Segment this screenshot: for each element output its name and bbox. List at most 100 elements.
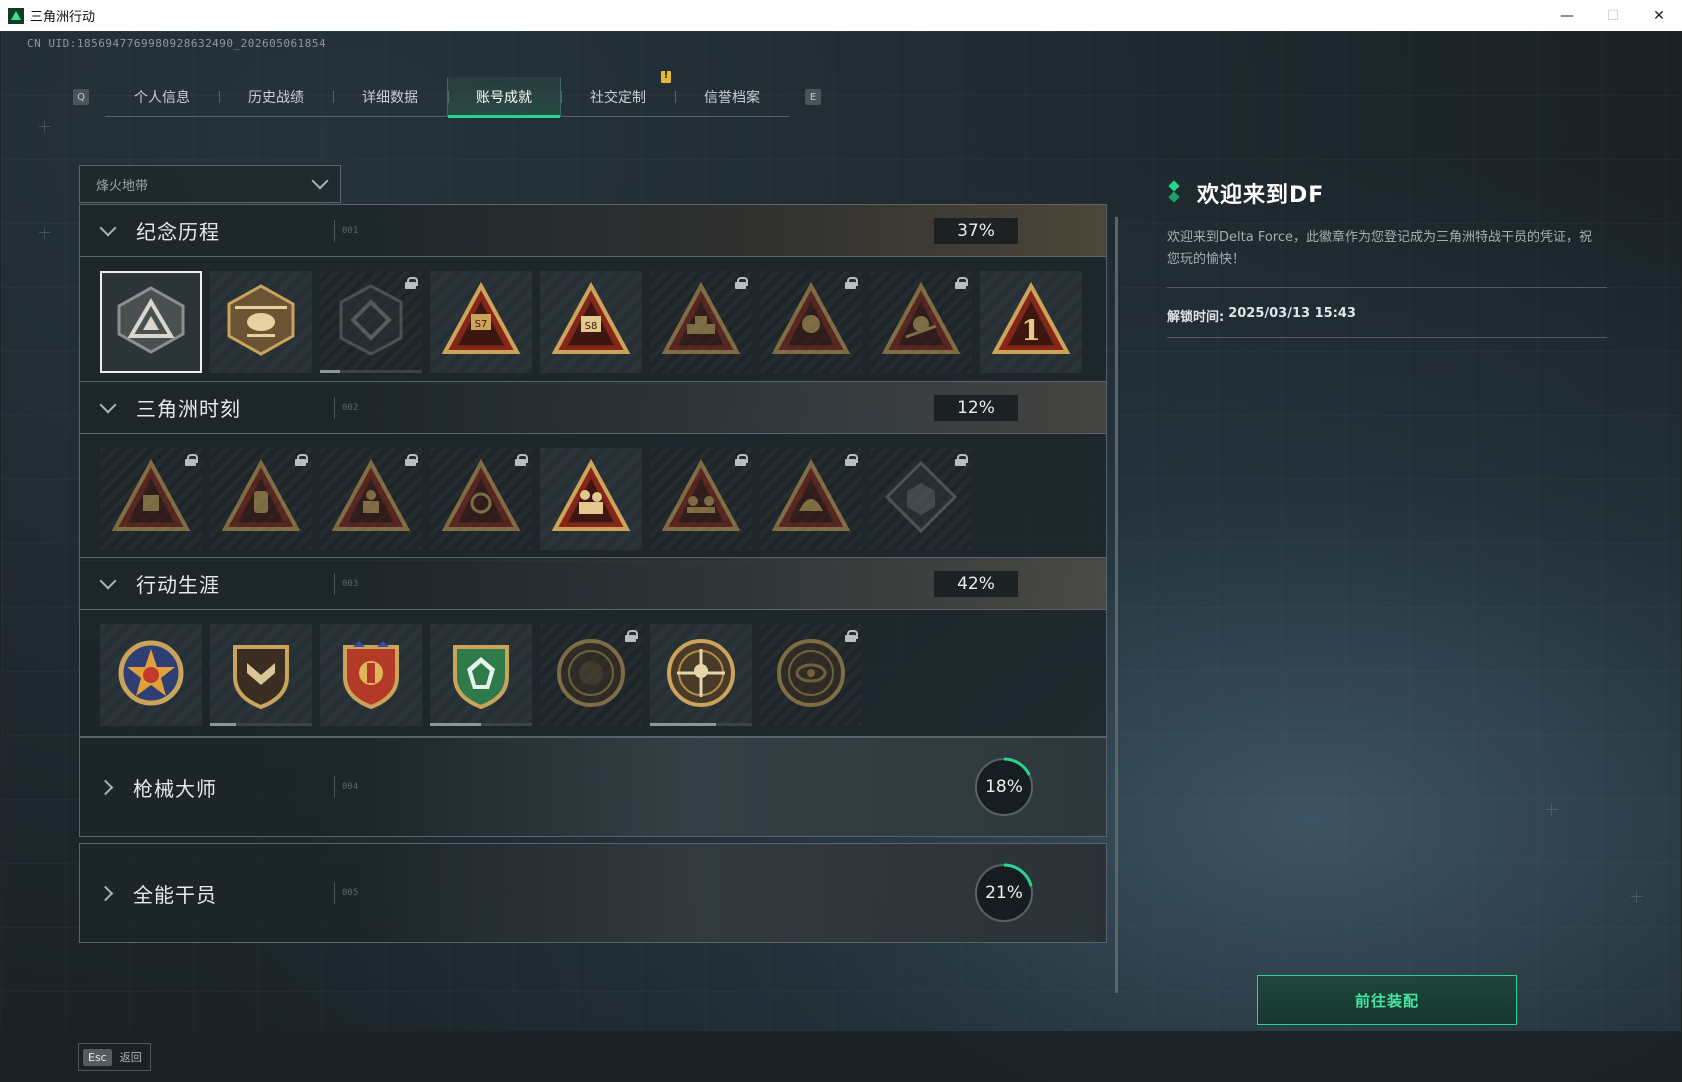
section-header[interactable]: 枪械大师 004 18%: [80, 738, 1106, 836]
achievement-badge[interactable]: [320, 271, 422, 373]
achievement-badge[interactable]: [100, 271, 202, 373]
chevron-down-icon[interactable]: [99, 219, 117, 236]
chevron-right-icon[interactable]: [97, 885, 114, 901]
badge-grid: [80, 610, 1106, 736]
back-button[interactable]: Esc 返回: [78, 1043, 151, 1071]
lock-icon: [295, 454, 308, 466]
section-header[interactable]: 纪念历程 001 37%: [80, 205, 1106, 257]
badge-progress-fill: [210, 723, 236, 726]
tab-2[interactable]: 历史战绩: [219, 77, 333, 117]
tab-label: 社交定制: [590, 90, 646, 106]
achievement-badge[interactable]: [210, 448, 312, 550]
achievement-badge[interactable]: S8: [540, 271, 642, 373]
game-mode-dropdown[interactable]: 烽火地带: [79, 165, 341, 203]
achievement-badge[interactable]: [540, 448, 642, 550]
achievement-badge[interactable]: [100, 624, 202, 726]
badge-progress-fill: [320, 370, 341, 373]
next-tab-key[interactable]: E: [805, 89, 821, 105]
tab-5[interactable]: 社交定制: [561, 70, 675, 117]
section-title: 全能干员: [133, 882, 217, 907]
tab-label: 详细数据: [362, 90, 418, 106]
robot-triangle-icon: [111, 457, 191, 541]
badge-progress-fill: [430, 723, 481, 726]
achievement-badge[interactable]: [650, 271, 752, 373]
tab-list: 个人信息 历史战绩 详细数据 账号成就 社交定制 信誉档案: [105, 70, 789, 118]
badge-detail-description: 欢迎来到Delta Force，此徽章作为您登记成为三角洲特战干员的凭证，祝您玩…: [1167, 230, 1592, 267]
achievement-badge[interactable]: S7: [430, 271, 532, 373]
window-title: 三角洲行动: [30, 10, 96, 25]
green-shield-icon: [441, 633, 521, 717]
achievement-badge[interactable]: 1: [980, 271, 1082, 373]
chevron-right-icon[interactable]: [97, 779, 114, 795]
achievement-badge[interactable]: [210, 271, 312, 373]
maximize-button[interactable]: ☐: [1590, 0, 1636, 31]
crosshair-decoration: [39, 121, 51, 133]
section-number: 002: [333, 396, 359, 419]
achievement-badge[interactable]: [540, 624, 642, 726]
badge-grid: [80, 434, 1106, 560]
section-progress-percent: 42%: [934, 571, 1018, 597]
close-button[interactable]: ✕: [1636, 0, 1682, 31]
achievement-badge[interactable]: [870, 271, 972, 373]
tab-1[interactable]: 个人信息: [105, 77, 219, 117]
achievement-badge[interactable]: [760, 271, 862, 373]
lock-icon: [735, 454, 748, 466]
achievement-badge[interactable]: [320, 624, 422, 726]
lock-icon: [405, 454, 418, 466]
section-header[interactable]: 三角洲时刻 002 12%: [80, 382, 1106, 434]
badge-progress-fill: [650, 723, 717, 726]
section-progress-percent: 21%: [985, 883, 1023, 903]
section-progress-percent: 12%: [934, 395, 1018, 421]
achievement-section: 纪念历程 001 37% S7 S8 1: [79, 204, 1107, 384]
tab-3[interactable]: 详细数据: [333, 77, 447, 117]
section-progress-ring: 18%: [972, 755, 1036, 819]
ring-emblem-icon: [551, 633, 631, 717]
window-titlebar: 三角洲行动 — ☐ ✕: [0, 0, 1682, 31]
delta-triangle-icon: [111, 280, 191, 364]
achievement-badge[interactable]: [430, 624, 532, 726]
achievement-badge[interactable]: [870, 448, 972, 550]
tab-6[interactable]: 信誉档案: [675, 77, 789, 117]
achievement-badge[interactable]: [760, 448, 862, 550]
achievement-badge[interactable]: [320, 448, 422, 550]
tab-label: 历史战绩: [248, 90, 304, 106]
achievement-badge[interactable]: [650, 624, 752, 726]
unlock-time-label: 解锁时间:: [1167, 310, 1225, 325]
s8-triangle-icon: S8: [551, 280, 631, 364]
badge-progress-bar: [210, 723, 312, 726]
prev-tab-key[interactable]: Q: [73, 89, 89, 105]
chevron-down-icon[interactable]: [99, 396, 117, 413]
crosshair-medal-icon: [661, 633, 741, 717]
badge-grid: S7 S8 1: [80, 257, 1106, 383]
tab-4[interactable]: 账号成就: [447, 77, 561, 118]
section-title: 三角洲时刻: [136, 397, 241, 421]
badge-detail-title-row: 欢迎来到DF: [1167, 177, 1607, 209]
badge-progress-bar: [430, 723, 532, 726]
section-header[interactable]: 全能干员 005 21%: [80, 844, 1106, 942]
chevron-down-icon[interactable]: [99, 572, 117, 589]
badge-detail-title: 欢迎来到DF: [1197, 183, 1325, 208]
crosshair-decoration: [1546, 804, 1558, 816]
divider: [1167, 287, 1607, 288]
achievement-section: 枪械大师 004 18%: [79, 737, 1107, 837]
scrollbar[interactable]: [1115, 217, 1118, 993]
achievement-badge[interactable]: [430, 448, 532, 550]
achievement-badge[interactable]: [210, 624, 312, 726]
svg-text:S8: S8: [585, 321, 598, 332]
user-uid: CN UID:1856947769980928632490_2026050618…: [27, 37, 327, 50]
lock-icon: [845, 277, 858, 289]
section-number: 005: [333, 882, 359, 904]
section-number: 001: [333, 219, 359, 242]
achievement-badge[interactable]: [100, 448, 202, 550]
star-medal-icon: [111, 633, 191, 717]
chevron-shield-icon: [221, 633, 301, 717]
lock-icon: [955, 277, 968, 289]
tab-label: 个人信息: [134, 90, 190, 106]
achievement-badge[interactable]: [760, 624, 862, 726]
section-header[interactable]: 行动生涯 003 42%: [80, 558, 1106, 610]
achievement-badge[interactable]: [650, 448, 752, 550]
minimize-button[interactable]: —: [1544, 0, 1590, 31]
go-equip-button[interactable]: 前往装配: [1257, 975, 1517, 1025]
bottom-bar: Esc 返回: [1, 1031, 1681, 1082]
game-mode-value: 烽火地带: [96, 178, 149, 194]
